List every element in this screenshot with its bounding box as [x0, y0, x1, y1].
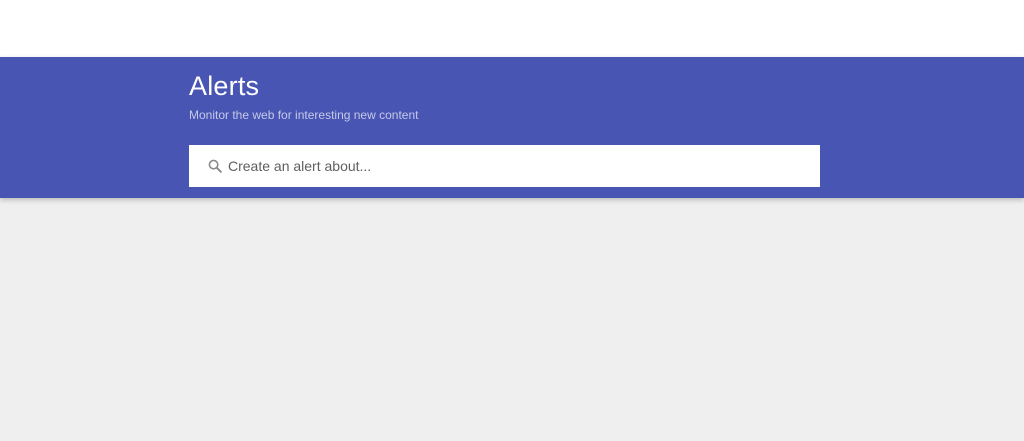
alerts-header: Alerts Monitor the web for interesting n… — [0, 57, 1024, 198]
page-title: Alerts — [189, 71, 260, 101]
create-alert-search-box[interactable] — [189, 145, 820, 187]
page-subtitle: Monitor the web for interesting new cont… — [189, 108, 419, 122]
search-icon — [208, 159, 222, 173]
create-alert-input[interactable] — [228, 151, 788, 181]
top-bar — [0, 0, 1024, 57]
